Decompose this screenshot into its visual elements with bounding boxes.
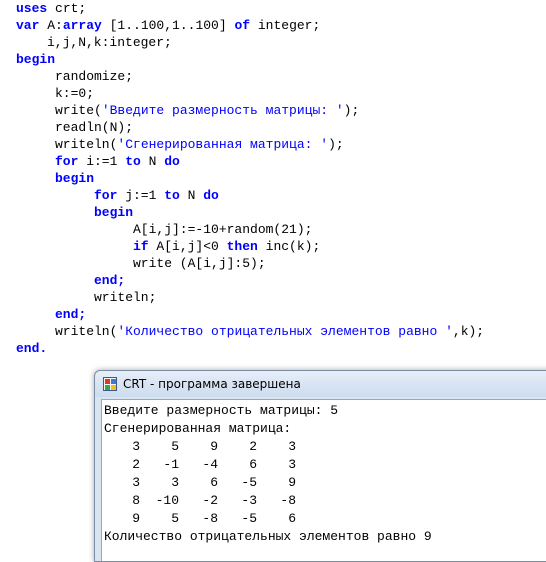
code-token: crt;	[47, 1, 87, 16]
keyword-token: for	[55, 154, 79, 169]
keyword-token: if	[133, 239, 149, 254]
code-line: if A[i,j]<0 then inc(k);	[133, 238, 320, 255]
matrix-cell: -8	[202, 511, 218, 526]
keyword-token: do	[164, 154, 180, 169]
code-line: var A:array [1..100,1..100] of integer;	[16, 17, 320, 34]
code-token: i,j,N,k:integer;	[47, 35, 172, 50]
matrix-cell: 2	[249, 439, 257, 454]
matrix-cell: 3	[171, 475, 179, 490]
keyword-token: end;	[55, 307, 87, 322]
matrix-cell: 6	[288, 511, 296, 526]
code-line: end;	[55, 306, 86, 323]
code-token: k:=0;	[55, 86, 95, 101]
crt-output-window: CRT - программа завершена Введите размер…	[94, 370, 546, 562]
code-line: write (A[i,j]:5);	[133, 255, 266, 272]
keyword-token: do	[203, 188, 219, 203]
code-line: write('Введите размерность матрицы: ');	[55, 102, 359, 119]
code-token: writeln;	[94, 290, 157, 305]
code-line: for i:=1 to N do	[55, 153, 180, 170]
code-line: randomize;	[55, 68, 133, 85]
window-title: CRT - программа завершена	[123, 377, 301, 391]
code-line: uses crt;	[16, 0, 86, 17]
keyword-token: of	[234, 18, 251, 33]
keyword-token: end.	[16, 341, 48, 356]
result-line: Количество отрицательных элементов равно…	[104, 529, 432, 544]
code-token: A[i,j]:=-10+random(21);	[133, 222, 313, 237]
code-token: writeln(	[55, 137, 118, 152]
matrix-header: Сгенерированная матрица:	[104, 421, 292, 436]
keyword-token: array	[62, 18, 102, 33]
code-token: );	[328, 137, 344, 152]
matrix-cell: -2	[202, 493, 218, 508]
matrix-cell: -8	[280, 493, 296, 508]
keyword-token: end;	[94, 273, 126, 288]
code-token: [1..100,1..100]	[101, 18, 235, 33]
code-token: integer;	[250, 18, 321, 33]
keyword-token: uses	[16, 1, 48, 16]
keyword-token: then	[226, 239, 258, 254]
window-titlebar[interactable]: CRT - программа завершена	[95, 371, 546, 397]
code-token: readln(N);	[55, 120, 134, 135]
code-line: writeln;	[94, 289, 156, 306]
matrix-cell: 3	[132, 439, 140, 454]
code-token: A:	[39, 18, 63, 33]
console-output: Введите размерность матрицы: 5 Сгенериро…	[101, 399, 546, 561]
keyword-token: begin	[16, 52, 56, 67]
matrix-cell: -1	[163, 457, 179, 472]
matrix-cell: 2	[132, 457, 140, 472]
matrix-cell: 5	[171, 439, 179, 454]
keyword-token: to	[125, 154, 141, 169]
code-line: A[i,j]:=-10+random(21);	[133, 221, 312, 238]
matrix-cell: 3	[288, 457, 296, 472]
matrix-cell: 9	[210, 439, 218, 454]
string-token: 'Введите размерность матрицы: '	[101, 103, 344, 118]
code-token: randomize;	[55, 69, 134, 84]
crt-app-icon	[103, 377, 117, 391]
code-token: inc(k);	[257, 239, 321, 254]
matrix-cell: 5	[171, 511, 179, 526]
code-line: readln(N);	[55, 119, 133, 136]
code-line: begin	[16, 51, 55, 68]
code-token: writeln(	[55, 324, 118, 339]
keyword-token: var	[16, 18, 40, 33]
code-line: end;	[94, 272, 125, 289]
code-token: );	[343, 103, 360, 118]
code-token: N	[179, 188, 204, 203]
matrix-cell: 9	[132, 511, 140, 526]
code-line: begin	[94, 204, 133, 221]
matrix-cell: -5	[241, 475, 257, 490]
code-line: for j:=1 to N do	[94, 187, 219, 204]
matrix-cell: 6	[210, 475, 218, 490]
code-token: N	[140, 154, 165, 169]
matrix-cell: 3	[132, 475, 140, 490]
code-token: write(	[55, 103, 102, 118]
code-token: i:=1	[78, 154, 126, 169]
keyword-token: begin	[55, 171, 95, 186]
matrix-cell: 8	[132, 493, 140, 508]
code-token: A[i,j]<0	[148, 239, 227, 254]
prompt-line: Введите размерность матрицы: 5	[104, 403, 339, 418]
keyword-token: begin	[94, 205, 134, 220]
matrix-cell: -10	[155, 493, 179, 508]
matrix-cell: 6	[249, 457, 257, 472]
matrix-cell: 9	[288, 475, 296, 490]
code-line: k:=0;	[55, 85, 94, 102]
matrix-cell: -5	[241, 511, 257, 526]
keyword-token: to	[164, 188, 180, 203]
string-token: 'Сгенерированная матрица: '	[117, 137, 329, 152]
code-line: begin	[55, 170, 94, 187]
code-token: j:=1	[117, 188, 165, 203]
matrix-cell: -3	[241, 493, 257, 508]
code-line: i,j,N,k:integer;	[47, 34, 172, 51]
code-line: writeln('Количество отрицательных элемен…	[55, 323, 484, 340]
code-line: writeln('Сгенерированная матрица: ');	[55, 136, 344, 153]
matrix-cell: 3	[288, 439, 296, 454]
code-line: end.	[16, 340, 47, 357]
keyword-token: for	[94, 188, 118, 203]
code-token: ,k);	[452, 324, 485, 339]
code-token: write (A[i,j]:5);	[133, 256, 266, 271]
string-token: 'Количество отрицательных элементов равн…	[117, 324, 453, 339]
matrix-cell: -4	[202, 457, 218, 472]
